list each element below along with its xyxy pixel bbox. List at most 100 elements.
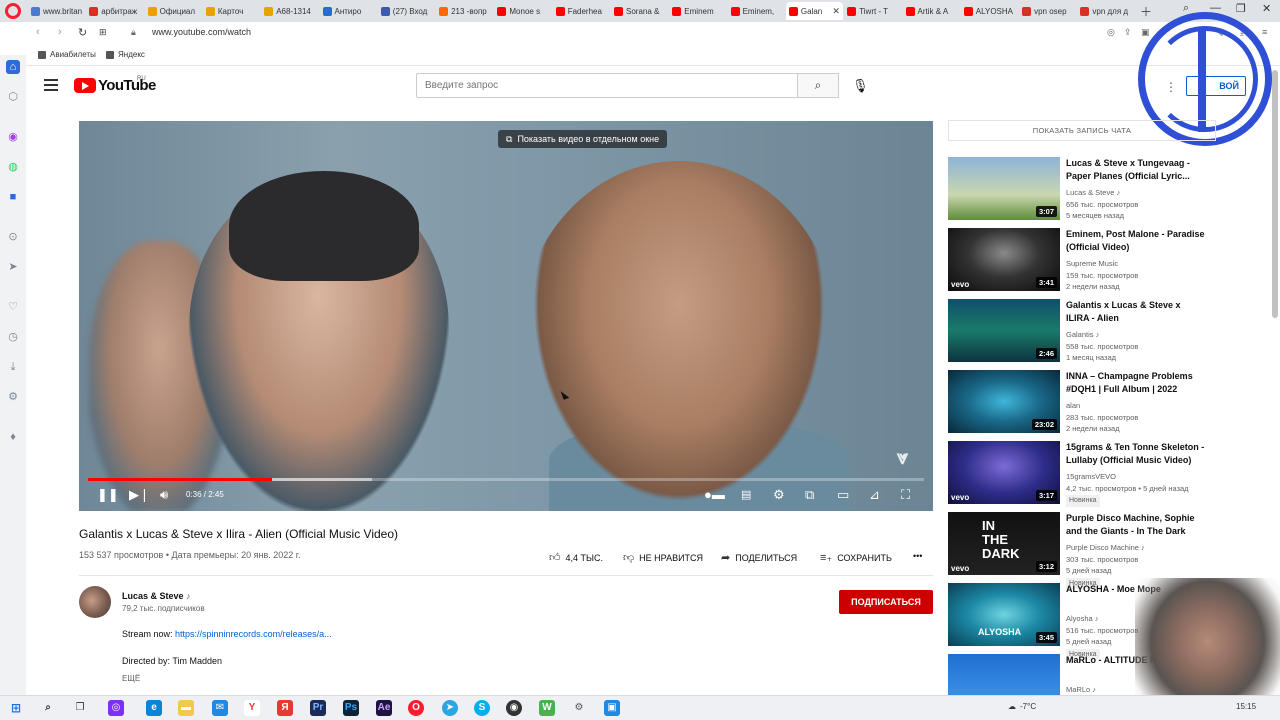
- menu-icon[interactable]: ≡: [1262, 27, 1267, 37]
- opera-icon[interactable]: O: [408, 700, 424, 716]
- cast-icon[interactable]: ⊿: [869, 487, 880, 503]
- recommendation-item[interactable]: 2:46 Galantis x Lucas & Steve x ILIRA - A…: [948, 299, 1216, 363]
- edge-icon[interactable]: e: [146, 700, 162, 716]
- show-chat-replay-button[interactable]: ПОКАЗАТЬ ЗАПИСЬ ЧАТА: [948, 120, 1216, 141]
- tips-icon[interactable]: ♦: [6, 430, 20, 444]
- lock-icon[interactable]: 🔒︎: [131, 27, 136, 38]
- speed-dial-icon[interactable]: ⊞: [99, 27, 107, 38]
- miniplayer-icon[interactable]: ⧉: [805, 487, 814, 503]
- downloads-icon[interactable]: ⤓: [6, 360, 20, 374]
- url-field[interactable]: www.youtube.com/watch: [152, 27, 251, 37]
- bookmark-item[interactable]: Яндекс: [106, 50, 145, 59]
- file-explorer-icon[interactable]: ▬: [178, 700, 194, 716]
- browser-tab[interactable]: Monoe s: [494, 2, 551, 20]
- new-tab-icon[interactable]: ＋: [1140, 3, 1152, 20]
- opera-logo-icon[interactable]: [5, 3, 21, 19]
- app-icon[interactable]: ◎: [108, 700, 124, 716]
- browser-tab[interactable]: Официал: [145, 2, 202, 20]
- whatsapp-icon[interactable]: ◍: [6, 160, 20, 174]
- recommendation-item[interactable]: IN THE DARK 3:12 vevo Purple Disco Machine, S…: [948, 512, 1216, 589]
- recommendation-thumbnail[interactable]: 3:07: [948, 157, 1060, 220]
- camera-icon[interactable]: ◎: [1107, 27, 1115, 38]
- close-window-icon[interactable]: ✕: [1262, 2, 1271, 15]
- start-icon[interactable]: ⊞: [8, 700, 24, 716]
- autoplay-toggle-icon[interactable]: ●▬: [704, 487, 725, 502]
- recommendation-thumbnail[interactable]: 3:17 vevo: [948, 441, 1060, 504]
- video-player[interactable]: ⧉ Показать видео в отдельном окне ⩔ ❚❚ ▶…: [79, 121, 933, 511]
- search-button[interactable]: ⌕: [797, 73, 839, 98]
- browser-tab[interactable]: Tiwrt - T: [844, 2, 901, 20]
- channel-watermark-icon[interactable]: ⩔: [897, 447, 908, 470]
- browser-tab[interactable]: Galan ✕: [785, 2, 843, 20]
- close-tab-icon[interactable]: ✕: [832, 6, 840, 17]
- premiere-icon[interactable]: Pr: [310, 700, 326, 716]
- reload-icon[interactable]: ↻: [78, 26, 87, 39]
- recommendation-thumbnail[interactable]: ALYOSHA 3:45: [948, 583, 1060, 646]
- bookmark-item[interactable]: Авиабилеты: [38, 50, 96, 59]
- search-icon[interactable]: ⌕: [40, 700, 56, 716]
- browser-tab[interactable]: арбитраж: [86, 2, 143, 20]
- fullscreen-icon[interactable]: ⛶: [901, 487, 910, 503]
- share-page-icon[interactable]: ⇪: [1124, 27, 1132, 38]
- vk-icon[interactable]: ■: [6, 190, 20, 204]
- recommendation-title[interactable]: Purple Disco Machine, Sophie and the Gia…: [1066, 512, 1206, 537]
- youtube-wordmark[interactable]: YouTube: [98, 77, 156, 94]
- browser-tab[interactable]: Eminem,: [728, 2, 785, 20]
- snapshot-icon[interactable]: ▣: [1141, 27, 1150, 38]
- save-button[interactable]: ≡₊ СОХРАНИТЬ: [820, 551, 892, 564]
- task-view-icon[interactable]: ❐: [72, 700, 88, 716]
- pause-icon[interactable]: ❚❚: [97, 487, 119, 503]
- settings-gear-icon[interactable]: ⚙: [773, 487, 785, 503]
- microphone-icon[interactable]: 🎙︎: [852, 78, 869, 94]
- subscribe-button[interactable]: ПОДПИСАТЬСЯ: [839, 590, 933, 614]
- yandex-browser-icon[interactable]: Я: [277, 700, 293, 716]
- recommendation-title[interactable]: Lucas & Steve x Tungevaag - Paper Planes…: [1066, 157, 1206, 182]
- progress-bar[interactable]: [88, 478, 924, 481]
- recommendation-title[interactable]: Galantis x Lucas & Steve x ILIRA - Alien: [1066, 299, 1206, 324]
- browser-tab[interactable]: Антиро: [320, 2, 377, 20]
- after-effects-icon[interactable]: Ae: [376, 700, 392, 716]
- messenger-icon[interactable]: ◉: [6, 130, 20, 144]
- history-icon[interactable]: ◷: [6, 330, 20, 344]
- mail-icon[interactable]: ✉: [212, 700, 228, 716]
- recommendation-title[interactable]: INNA – Champagne Problems #DQH1 | Full A…: [1066, 370, 1206, 395]
- volume-icon[interactable]: 🔊︎: [160, 487, 168, 503]
- weather-temp[interactable]: -7°C: [1020, 702, 1036, 711]
- browser-tab[interactable]: Sorana &: [611, 2, 668, 20]
- channel-name[interactable]: Lucas & Steve ♪: [122, 591, 191, 601]
- browser-tab[interactable]: Eminem: [669, 2, 726, 20]
- recommendation-thumbnail[interactable]: 2:46: [948, 299, 1060, 362]
- clock[interactable]: 15:15: [1236, 702, 1256, 711]
- settings-app-icon[interactable]: ⚙: [571, 700, 587, 716]
- page-scrollbar[interactable]: [1272, 70, 1278, 318]
- player-icon[interactable]: ⊙: [6, 230, 20, 244]
- settings-icon[interactable]: ⚙: [6, 390, 20, 404]
- monitor-app-icon[interactable]: ▣: [604, 700, 620, 716]
- weather-icon[interactable]: ☁: [1008, 702, 1016, 711]
- browser-tab[interactable]: А68-1314: [261, 2, 318, 20]
- recommendation-item[interactable]: 3:41 vevo Eminem, Post Malone - Paradise (…: [948, 228, 1216, 292]
- show-more-link[interactable]: ЕЩЁ: [122, 674, 140, 683]
- more-actions-icon[interactable]: •••: [913, 551, 922, 561]
- next-icon[interactable]: ▶❘: [129, 487, 150, 503]
- forward-icon[interactable]: ›: [58, 26, 62, 38]
- recommendation-item[interactable]: 3:07 Lucas & Steve x Tungevaag - Paper Pl…: [948, 157, 1216, 221]
- channel-avatar[interactable]: [79, 586, 111, 618]
- browser-tab[interactable]: Карточ: [203, 2, 260, 20]
- home-icon[interactable]: ⌂: [6, 60, 20, 74]
- guide-menu-icon[interactable]: [44, 79, 58, 94]
- youtube-logo-icon[interactable]: [74, 78, 96, 93]
- dislike-button[interactable]: 👎︎ НЕ НРАВИТСЯ: [623, 551, 703, 564]
- browser-tab[interactable]: 213 -вопр: [436, 2, 493, 20]
- recommendation-title[interactable]: Eminem, Post Malone - Paradise (Official…: [1066, 228, 1206, 253]
- telegram-icon[interactable]: ➤: [442, 700, 458, 716]
- theater-mode-icon[interactable]: ▭: [837, 487, 849, 503]
- photoshop-icon[interactable]: Ps: [343, 700, 359, 716]
- share-button[interactable]: ➦ ПОДЕЛИТЬСЯ: [721, 551, 797, 564]
- obs-icon[interactable]: ◉: [506, 700, 522, 716]
- stream-link[interactable]: https://spinninrecords.com/releases/a...: [175, 629, 332, 639]
- maximize-icon[interactable]: ❐: [1236, 2, 1246, 15]
- workspace-icon[interactable]: ⬡: [6, 90, 20, 104]
- recommendation-thumbnail[interactable]: 23:02: [948, 370, 1060, 433]
- yandex-icon[interactable]: Y: [244, 700, 260, 716]
